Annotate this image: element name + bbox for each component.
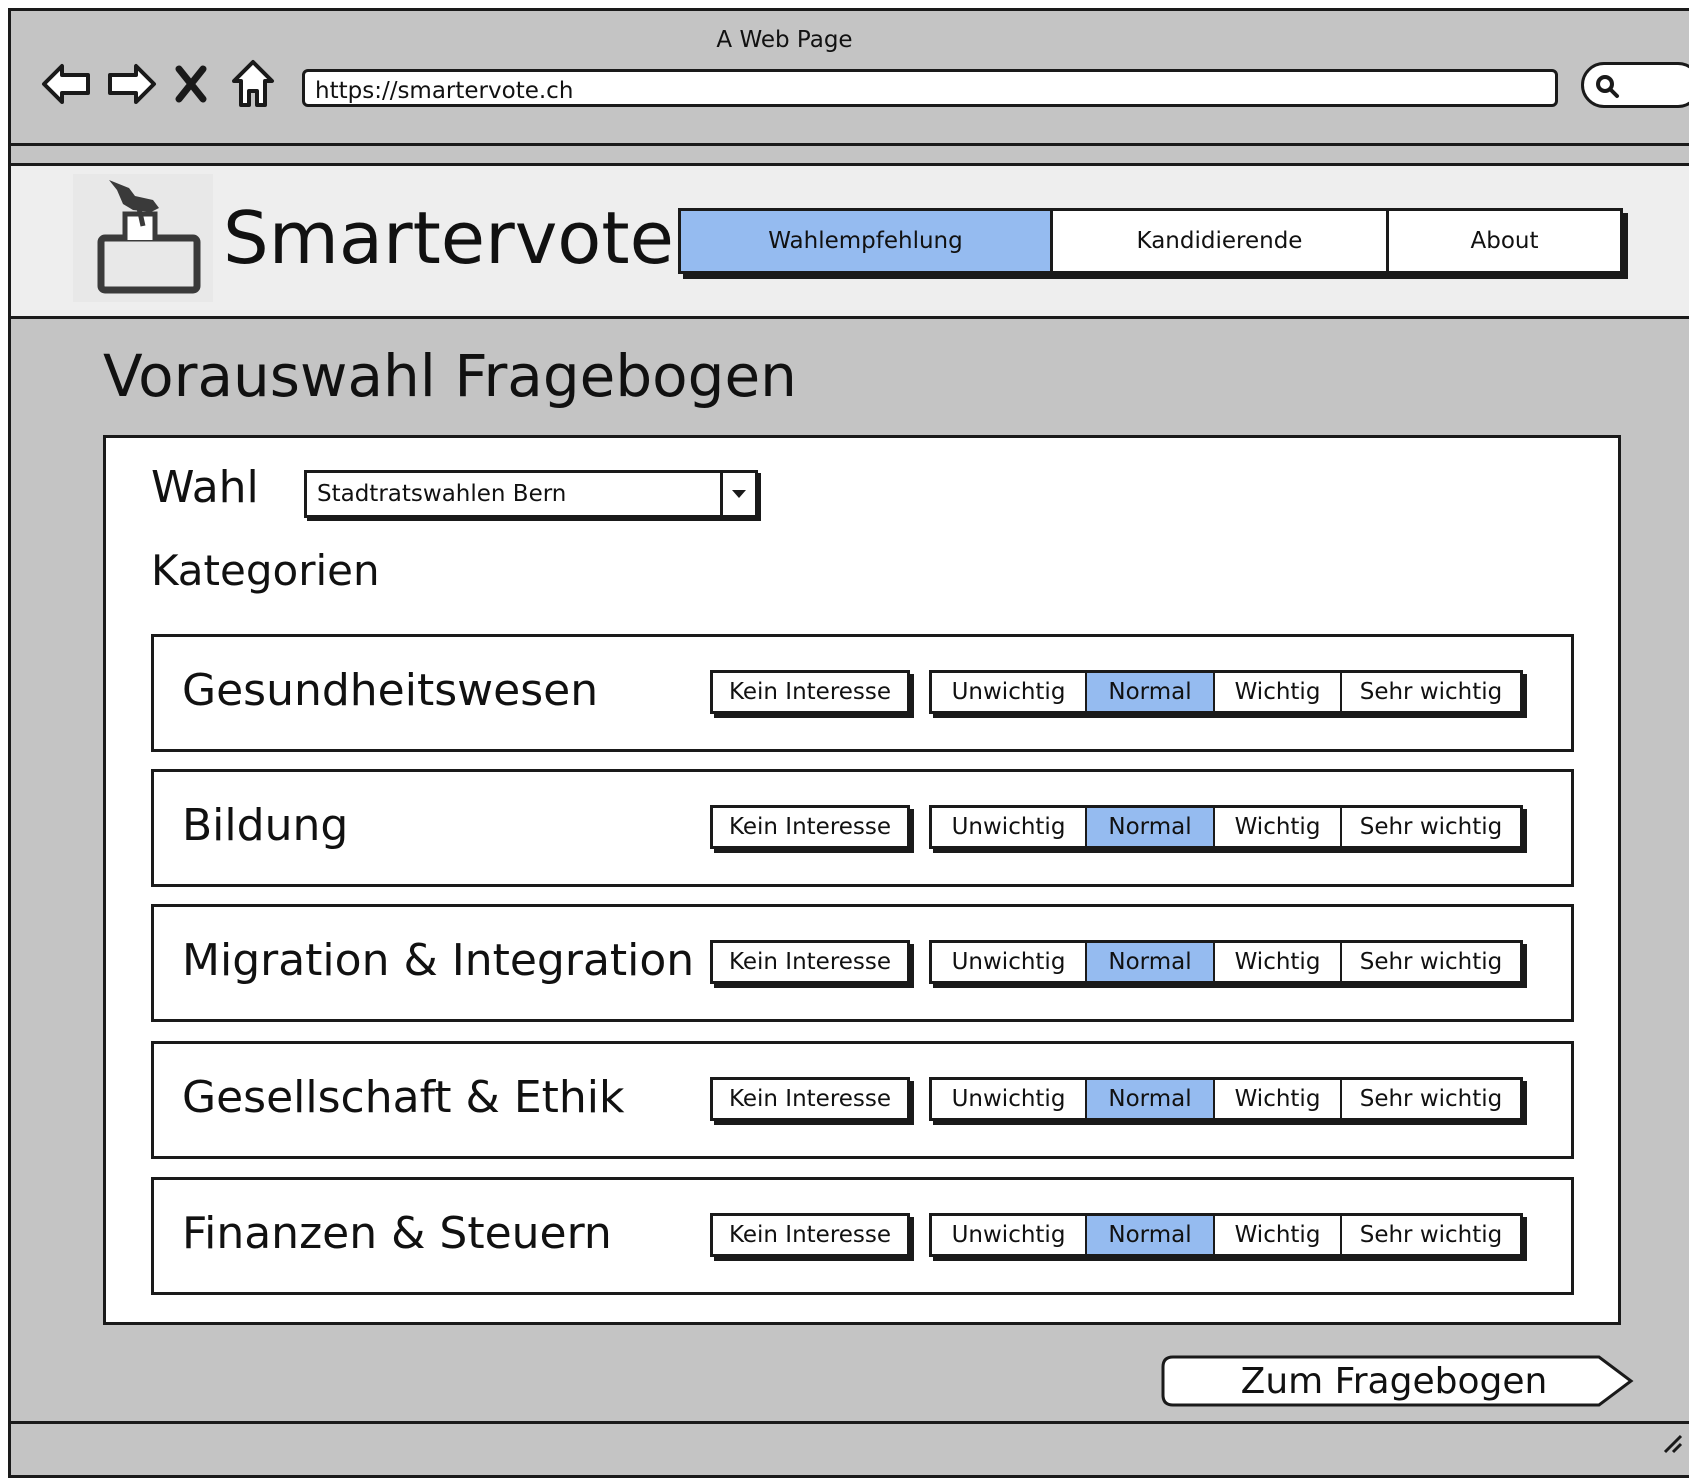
option-unwichtig[interactable]: Unwichtig bbox=[932, 1080, 1087, 1118]
back-arrow-icon[interactable] bbox=[37, 55, 95, 113]
option-unwichtig[interactable]: Unwichtig bbox=[932, 1216, 1087, 1254]
option-normal[interactable]: Normal bbox=[1087, 943, 1215, 981]
wahl-select[interactable]: Stadtratswahlen Bern bbox=[304, 470, 758, 518]
chevron-down-icon[interactable] bbox=[720, 473, 755, 515]
home-icon[interactable] bbox=[229, 55, 277, 113]
importance-selector: Unwichtig Normal Wichtig Sehr wichtig bbox=[929, 940, 1523, 984]
kein-interesse-button[interactable]: Kein Interesse bbox=[710, 1213, 910, 1257]
option-normal[interactable]: Normal bbox=[1087, 808, 1215, 846]
importance-selector: Unwichtig Normal Wichtig Sehr wichtig bbox=[929, 670, 1523, 714]
forward-arrow-icon[interactable] bbox=[103, 55, 161, 113]
page-title: Vorauswahl Fragebogen bbox=[103, 342, 797, 410]
tab-wahlempfehlung[interactable]: Wahlempfehlung bbox=[681, 211, 1053, 271]
option-normal[interactable]: Normal bbox=[1087, 1216, 1215, 1254]
option-wichtig[interactable]: Wichtig bbox=[1215, 1216, 1342, 1254]
search-icon bbox=[1596, 75, 1619, 98]
close-icon[interactable] bbox=[171, 55, 211, 113]
category-name: Finanzen & Steuern bbox=[182, 1208, 612, 1259]
option-wichtig[interactable]: Wichtig bbox=[1215, 673, 1342, 711]
category-row: Bildung Kein Interesse Unwichtig Normal … bbox=[151, 769, 1574, 887]
site-header: Smartervote Wahlempfehlung Kandidierende… bbox=[11, 163, 1689, 319]
ballot-box-icon bbox=[97, 180, 201, 294]
option-wichtig[interactable]: Wichtig bbox=[1215, 943, 1342, 981]
kein-interesse-button[interactable]: Kein Interesse bbox=[710, 805, 910, 849]
zum-fragebogen-button[interactable]: Zum Fragebogen bbox=[1159, 1355, 1635, 1407]
logo[interactable] bbox=[73, 174, 213, 302]
tab-about[interactable]: About bbox=[1389, 211, 1620, 271]
importance-selector: Unwichtig Normal Wichtig Sehr wichtig bbox=[929, 805, 1523, 849]
option-unwichtig[interactable]: Unwichtig bbox=[932, 943, 1087, 981]
search-field[interactable] bbox=[1581, 62, 1689, 108]
window-title: A Web Page bbox=[716, 27, 853, 53]
category-name: Bildung bbox=[182, 800, 349, 851]
option-wichtig[interactable]: Wichtig bbox=[1215, 1080, 1342, 1118]
browser-chrome: A Web Page https://smartervote.ch bbox=[11, 11, 1689, 146]
url-input[interactable]: https://smartervote.ch bbox=[302, 69, 1558, 107]
category-row: Gesundheitswesen Kein Interesse Unwichti… bbox=[151, 634, 1574, 752]
option-sehr-wichtig[interactable]: Sehr wichtig bbox=[1342, 943, 1520, 981]
browser-window: A Web Page https://smartervote.ch Smarte… bbox=[8, 8, 1689, 1478]
category-name: Gesellschaft & Ethik bbox=[182, 1072, 625, 1123]
option-sehr-wichtig[interactable]: Sehr wichtig bbox=[1342, 1080, 1520, 1118]
option-unwichtig[interactable]: Unwichtig bbox=[932, 808, 1087, 846]
category-name: Migration & Integration bbox=[182, 935, 695, 986]
tab-kandidierende[interactable]: Kandidierende bbox=[1053, 211, 1389, 271]
option-wichtig[interactable]: Wichtig bbox=[1215, 808, 1342, 846]
kein-interesse-button[interactable]: Kein Interesse bbox=[710, 1077, 910, 1121]
option-sehr-wichtig[interactable]: Sehr wichtig bbox=[1342, 1216, 1520, 1254]
kein-interesse-button[interactable]: Kein Interesse bbox=[710, 940, 910, 984]
category-row: Gesellschaft & Ethik Kein Interesse Unwi… bbox=[151, 1041, 1574, 1159]
preselection-panel: Wahl Stadtratswahlen Bern Kategorien Ges… bbox=[103, 435, 1621, 1325]
cta-label: Zum Fragebogen bbox=[1240, 1360, 1548, 1402]
option-sehr-wichtig[interactable]: Sehr wichtig bbox=[1342, 808, 1520, 846]
category-name: Gesundheitswesen bbox=[182, 665, 599, 716]
kategorien-label: Kategorien bbox=[151, 546, 380, 595]
wahl-select-value: Stadtratswahlen Bern bbox=[317, 481, 567, 507]
option-normal[interactable]: Normal bbox=[1087, 673, 1215, 711]
option-sehr-wichtig[interactable]: Sehr wichtig bbox=[1342, 673, 1520, 711]
main-nav: Wahlempfehlung Kandidierende About bbox=[678, 208, 1623, 274]
kein-interesse-button[interactable]: Kein Interesse bbox=[710, 670, 910, 714]
category-row: Finanzen & Steuern Kein Interesse Unwich… bbox=[151, 1177, 1574, 1295]
importance-selector: Unwichtig Normal Wichtig Sehr wichtig bbox=[929, 1077, 1523, 1121]
option-unwichtig[interactable]: Unwichtig bbox=[932, 673, 1087, 711]
importance-selector: Unwichtig Normal Wichtig Sehr wichtig bbox=[929, 1213, 1523, 1257]
resize-grip-icon[interactable] bbox=[1661, 1432, 1683, 1454]
status-bar bbox=[11, 1421, 1689, 1484]
wahl-label: Wahl bbox=[151, 462, 259, 513]
category-row: Migration & Integration Kein Interesse U… bbox=[151, 904, 1574, 1022]
option-normal[interactable]: Normal bbox=[1087, 1080, 1215, 1118]
brand-name[interactable]: Smartervote bbox=[223, 194, 674, 282]
